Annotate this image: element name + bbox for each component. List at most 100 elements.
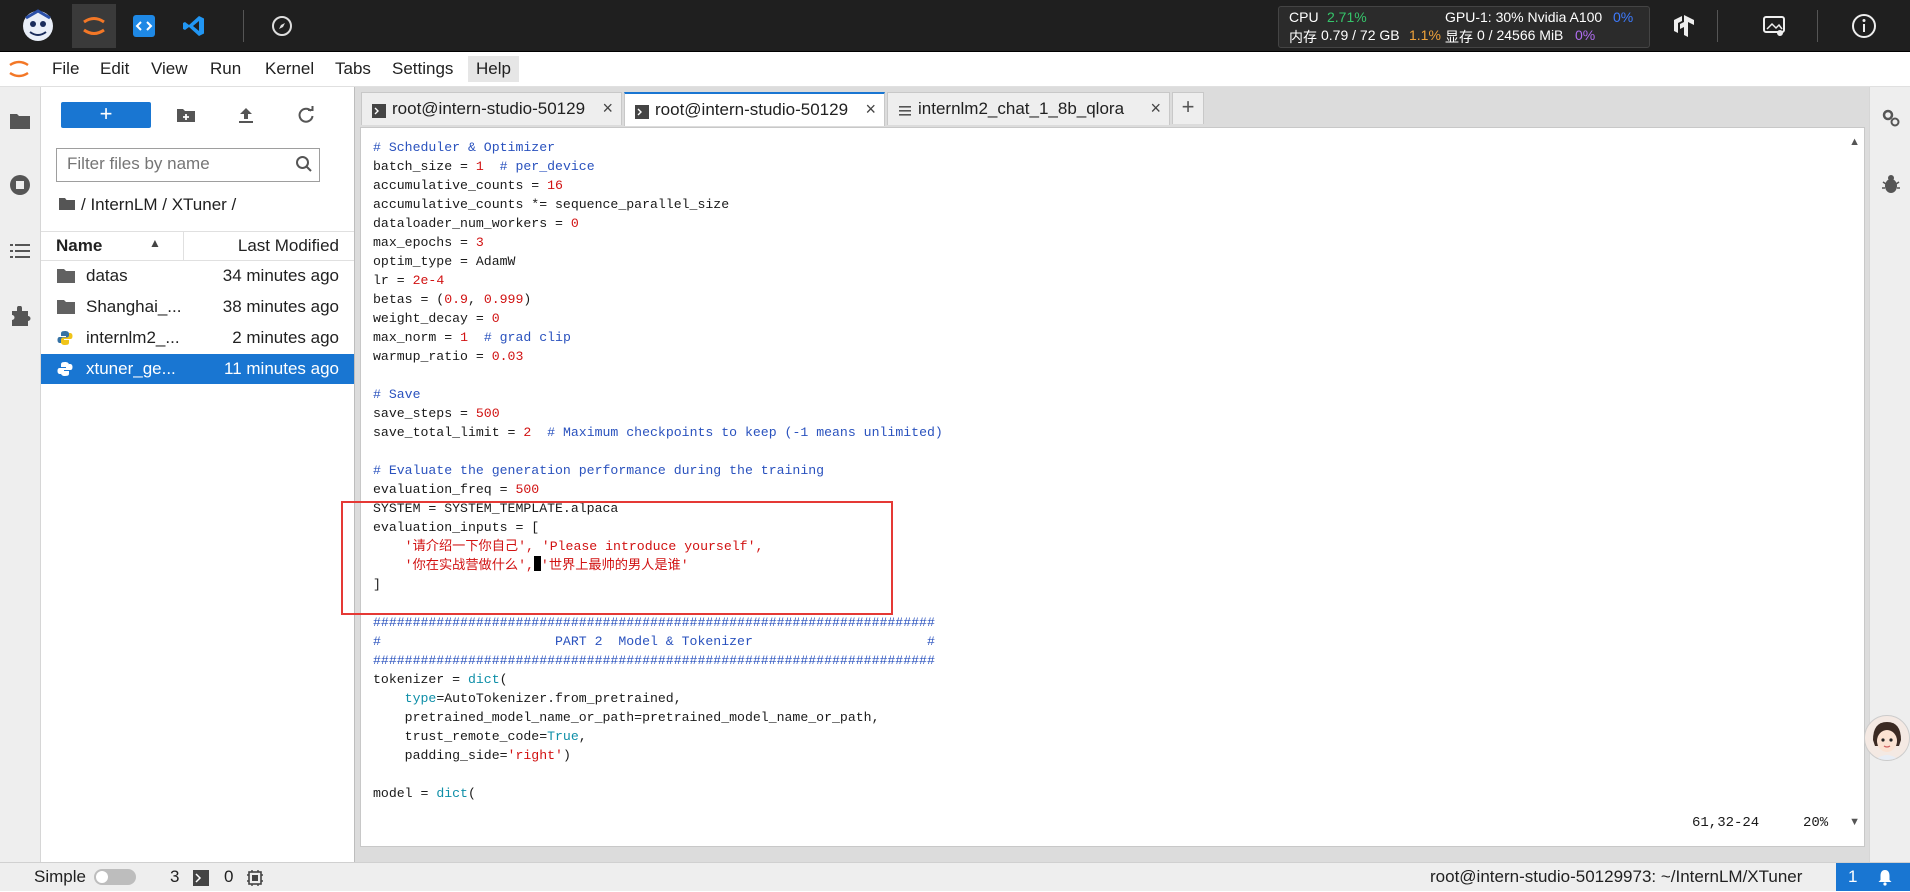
code-line: lr = 2e-4 [373, 273, 445, 288]
column-modified-header[interactable]: Last Modified [238, 236, 339, 256]
python-file-icon [57, 361, 75, 377]
debugger-icon[interactable] [1878, 171, 1904, 197]
close-icon[interactable]: × [865, 99, 876, 120]
code-line: accumulative_counts *= sequence_parallel… [373, 197, 730, 212]
file-row[interactable]: internlm2_... 2 minutes ago [41, 323, 354, 353]
top-toolbar: CPU 2.71% 内存 0.79 / 72 GB 1.1% GPU-1: 30… [0, 0, 1910, 52]
terminal-panel[interactable]: # Scheduler & Optimizer batch_size = 1 #… [341, 127, 1865, 847]
tab-terminal-2[interactable]: root@intern-studio-50129 × [624, 92, 885, 126]
menu-edit[interactable]: Edit [92, 56, 137, 82]
info-icon[interactable] [1842, 4, 1886, 48]
terminal-icon [193, 870, 209, 891]
vscode-icon[interactable] [172, 4, 216, 48]
tensorflow-icon[interactable] [1662, 4, 1706, 48]
file-filter-field [56, 148, 320, 182]
gpu-label: GPU-1: 30% Nvidia A100 [1445, 9, 1603, 25]
add-tab-button[interactable]: + [1172, 92, 1204, 124]
code-line: batch_size = 1 # per_device [373, 159, 595, 174]
close-icon[interactable]: × [1150, 98, 1161, 119]
file-modified: 11 minutes ago [224, 359, 339, 378]
menu-run[interactable]: Run [202, 56, 249, 82]
toolbar-separator [243, 10, 244, 42]
code-line: max_epochs = 3 [373, 235, 484, 250]
code-line: evaluation_freq = 500 [373, 482, 540, 497]
sort-ascending-icon[interactable]: ▲ [149, 236, 161, 250]
left-sidebar [0, 87, 41, 862]
toolbar-separator [1717, 10, 1718, 42]
tab-label: root@intern-studio-50129 [392, 99, 586, 118]
file-modified: 34 minutes ago [222, 266, 339, 285]
simple-mode-toggle[interactable] [94, 869, 136, 885]
assistant-avatar[interactable] [1864, 715, 1910, 761]
toolbar-separator [1817, 10, 1818, 42]
file-name: datas [86, 266, 128, 285]
tab-terminal-1[interactable]: root@intern-studio-50129 × [361, 92, 622, 125]
code-line: type=AutoTokenizer.from_pretrained, [404, 691, 682, 706]
column-divider [183, 232, 184, 260]
close-icon[interactable]: × [602, 98, 613, 119]
code-line: dataloader_num_workers = 0 [373, 216, 579, 231]
file-row[interactable]: datas 34 minutes ago [41, 261, 354, 291]
kernels-count[interactable]: 3 [170, 867, 179, 887]
python-file-icon [57, 330, 75, 346]
text-file-icon [898, 103, 912, 123]
extensions-icon[interactable] [6, 303, 34, 331]
vram-label: 显存 [1445, 29, 1473, 45]
menu-file[interactable]: File [44, 56, 87, 82]
terminals-count[interactable]: 0 [224, 867, 233, 887]
breadcrumb-path[interactable]: / InternLM / XTuner / [81, 195, 236, 215]
code-line: accumulative_counts = 16 [373, 178, 563, 193]
kernel-status-icon [246, 869, 264, 892]
file-row-selected[interactable]: xtuner_ge... 11 minutes ago [41, 354, 354, 384]
file-row[interactable]: Shanghai_... 38 minutes ago [41, 292, 354, 322]
file-list-header: Name ▲ Last Modified [41, 231, 354, 261]
code-editor-icon[interactable] [122, 4, 166, 48]
upload-icon[interactable] [233, 102, 259, 128]
status-bar: Simple 3 0 root@intern-studio-50129973: … [0, 862, 1910, 891]
menu-help[interactable]: Help [468, 56, 519, 82]
code-line: tokenizer = dict( [373, 672, 508, 687]
scroll-up-icon[interactable]: ▲ [1849, 136, 1860, 148]
code-line: save_total_limit = 2 # Maximum checkpoin… [373, 425, 943, 440]
file-filter-input[interactable] [57, 149, 297, 179]
memory-label: 内存 [1289, 29, 1317, 45]
jupyter-icon[interactable] [72, 4, 116, 48]
terminal-output: # Scheduler & Optimizer batch_size = 1 #… [373, 138, 943, 803]
property-inspector-icon[interactable] [1878, 105, 1904, 131]
tab-label: internlm2_chat_1_8b_qlora [918, 99, 1125, 118]
mascot-logo-icon[interactable] [16, 4, 60, 48]
new-launcher-button[interactable]: + [61, 102, 151, 128]
breadcrumb[interactable]: / InternLM / XTuner / [59, 195, 236, 215]
code-line: ########################################… [373, 615, 935, 630]
code-line: max_norm = 1 # grad clip [373, 330, 571, 345]
scroll-percent: 20% [1803, 815, 1829, 831]
menu-view[interactable]: View [143, 56, 196, 82]
main-dock-area: root@intern-studio-50129 × root@intern-s… [341, 87, 1869, 862]
tab-text-file[interactable]: internlm2_chat_1_8b_qlora × [887, 92, 1170, 125]
folder-icon[interactable] [6, 107, 34, 135]
bell-icon [1876, 868, 1894, 891]
menu-tabs[interactable]: Tabs [327, 56, 379, 82]
refresh-icon[interactable] [293, 102, 319, 128]
image-settings-icon[interactable] [1752, 4, 1796, 48]
code-line: save_steps = 500 [373, 406, 500, 421]
simple-mode-label: Simple [34, 867, 86, 886]
notifications-button[interactable]: 1 [1836, 863, 1910, 891]
scroll-down-icon[interactable]: ▼ [1849, 816, 1860, 828]
running-kernels-icon[interactable] [6, 171, 34, 199]
cursor-position: 61,32-24 [1692, 815, 1760, 831]
menu-kernel[interactable]: Kernel [257, 56, 322, 82]
column-name-header[interactable]: Name [56, 236, 102, 256]
menu-settings[interactable]: Settings [384, 56, 461, 82]
table-of-contents-icon[interactable] [6, 237, 34, 265]
notifications-count: 1 [1848, 867, 1858, 886]
memory-value: 0.79 / 72 GB [1321, 27, 1400, 43]
cpu-value: 2.71% [1327, 9, 1367, 25]
code-line: pretrained_model_name_or_path=pretrained… [373, 710, 880, 725]
code-line: ########################################… [373, 653, 935, 668]
menu-bar: File Edit View Run Kernel Tabs Settings … [0, 52, 1910, 87]
compass-icon[interactable] [260, 4, 304, 48]
new-folder-icon[interactable] [173, 102, 199, 128]
file-name: Shanghai_... [86, 297, 182, 316]
code-line: # Evaluate the generation performance du… [373, 463, 825, 478]
